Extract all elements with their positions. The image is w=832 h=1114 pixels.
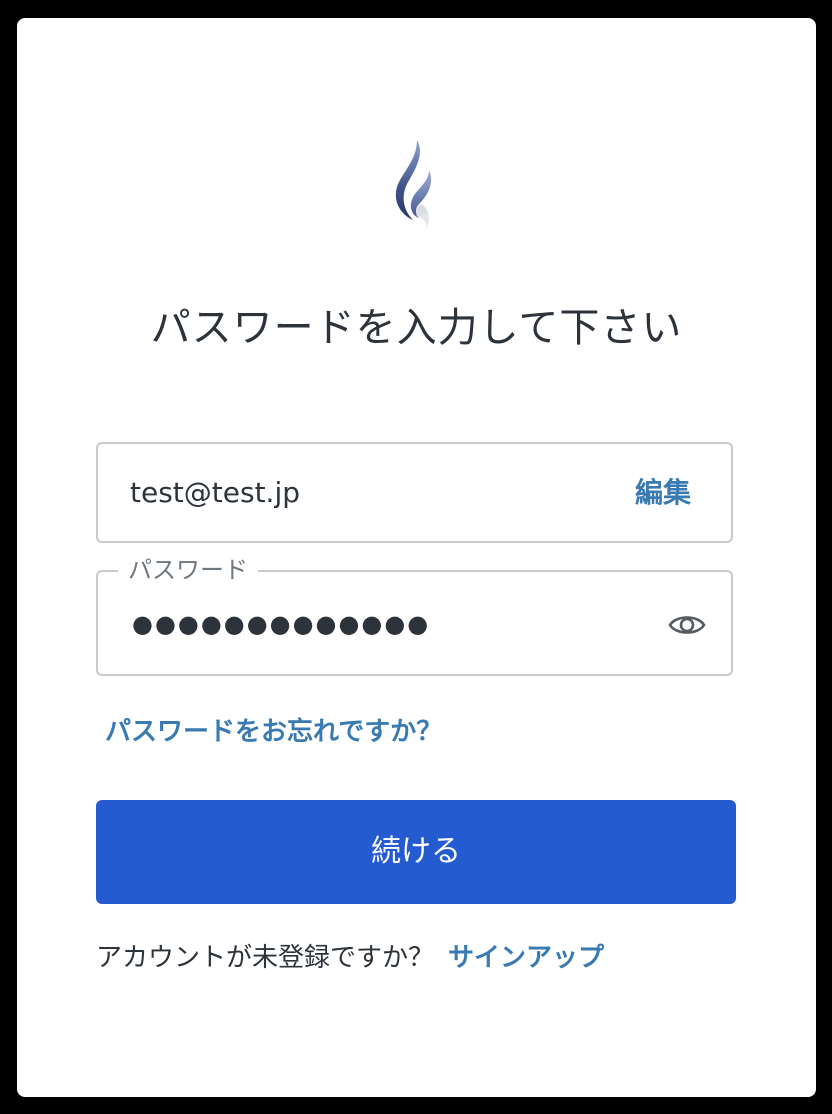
login-card: パスワードを入力して下さい test@test.jp 編集 パスワード ●●●●… <box>17 18 816 1097</box>
signup-row: アカウントが未登録ですか？ サインアップ <box>96 940 604 976</box>
signup-link[interactable]: サインアップ <box>448 943 604 973</box>
eye-icon[interactable] <box>667 608 707 642</box>
password-field[interactable]: パスワード ●●●●●●●●●●●●● <box>96 554 733 676</box>
continue-button[interactable]: 続ける <box>96 800 736 904</box>
page-title: パスワードを入力して下さい <box>150 305 683 351</box>
email-display-field: test@test.jp 編集 <box>96 442 733 543</box>
forgot-password-link[interactable]: パスワードをお忘れですか？ <box>105 716 442 748</box>
email-value: test@test.jp <box>130 476 300 509</box>
edit-email-link[interactable]: 編集 <box>635 474 691 512</box>
signup-prompt: アカウントが未登録ですか？ <box>96 943 435 973</box>
password-label: パスワード <box>118 554 258 586</box>
password-masked-value[interactable]: ●●●●●●●●●●●●● <box>132 604 430 644</box>
flame-logo-icon <box>395 140 435 236</box>
